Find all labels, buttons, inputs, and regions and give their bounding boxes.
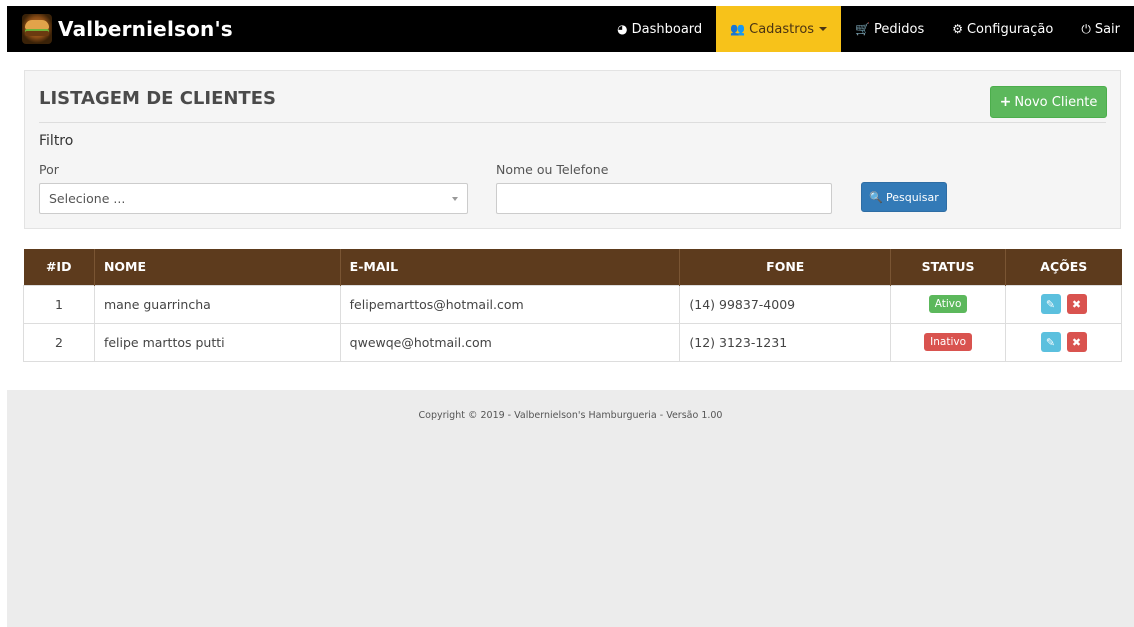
- cell-nome: mane guarrincha: [93, 284, 341, 324]
- nav-item-sair[interactable]: ⏻ Sair: [1067, 6, 1134, 52]
- cell-id: 2: [23, 322, 95, 362]
- dashboard-icon: ◕: [617, 22, 628, 36]
- filter-heading: Filtro: [39, 133, 74, 149]
- col-id[interactable]: #ID: [23, 249, 95, 285]
- power-icon: ⏻: [1081, 21, 1091, 36]
- nav-label: Sair: [1094, 21, 1120, 37]
- users-add-icon: 👥: [730, 22, 746, 36]
- delete-button[interactable]: ✖: [1066, 332, 1087, 352]
- cell-status: Inativo: [890, 322, 1007, 362]
- cell-nome: felipe marttos putti: [93, 322, 341, 362]
- table-row: 1 mane guarrincha felipemarttos@hotmail.…: [23, 284, 1122, 324]
- col-acoes: AÇÕES: [1005, 249, 1122, 285]
- search-icon: 🔍: [869, 190, 883, 204]
- cell-status: Ativo: [890, 284, 1007, 324]
- col-nome[interactable]: NOME: [94, 249, 341, 285]
- navbar: Valbernielson's ◕ Dashboard 👥 Cadastros …: [7, 6, 1134, 52]
- chevron-down-icon: [452, 197, 458, 201]
- cell-actions: ✎ ✖: [1005, 284, 1122, 324]
- col-email[interactable]: E-MAIL: [340, 249, 681, 285]
- gear-icon: ⚙: [952, 22, 963, 36]
- cell-fone: (12) 3123-1231: [679, 322, 892, 362]
- page-title: LISTAGEM DE CLIENTES: [39, 88, 276, 109]
- col-fone[interactable]: FONE: [679, 249, 892, 285]
- footer-copyright: Copyright © 2019 - Valbernielson's Hambu…: [418, 410, 723, 421]
- table-header-row: #ID NOME E-MAIL FONE STATUS AÇÕES: [23, 249, 1122, 285]
- cell-email: felipemarttos@hotmail.com: [339, 284, 681, 324]
- edit-icon: ✎: [1045, 335, 1056, 349]
- burger-logo-icon: [22, 14, 52, 44]
- nav-label: Cadastros: [749, 21, 815, 37]
- table-row: 2 felipe marttos putti qwewqe@hotmail.co…: [23, 322, 1122, 362]
- nav-item-dashboard[interactable]: ◕ Dashboard: [603, 6, 716, 52]
- filter-by-select[interactable]: Selecione ...: [39, 183, 468, 214]
- edit-button[interactable]: ✎: [1040, 332, 1061, 352]
- select-value: Selecione ...: [49, 191, 126, 206]
- nav-menu: ◕ Dashboard 👥 Cadastros 🛒 Pedidos ⚙ Conf…: [603, 6, 1134, 52]
- close-icon: ✖: [1071, 297, 1082, 311]
- filter-panel: LISTAGEM DE CLIENTES + Novo Cliente Filt…: [24, 70, 1121, 229]
- status-badge: Inativo: [924, 333, 973, 351]
- app-frame: Valbernielson's ◕ Dashboard 👥 Cadastros …: [7, 6, 1134, 627]
- nav-label: Configuração: [966, 21, 1054, 37]
- filter-by-label: Por: [39, 162, 59, 177]
- title-divider: [39, 122, 1106, 123]
- col-status[interactable]: STATUS: [890, 249, 1007, 285]
- nav-item-configuracao[interactable]: ⚙ Configuração: [938, 6, 1067, 52]
- cell-id: 1: [23, 284, 95, 324]
- search-label: Pesquisar: [885, 190, 939, 204]
- nav-label: Pedidos: [874, 21, 925, 37]
- cell-email: qwewqe@hotmail.com: [339, 322, 681, 362]
- name-phone-label: Nome ou Telefone: [496, 162, 609, 177]
- cell-fone: (14) 99837-4009: [679, 284, 892, 324]
- brand[interactable]: Valbernielson's: [22, 6, 233, 52]
- new-client-button[interactable]: + Novo Cliente: [990, 86, 1107, 118]
- nav-item-pedidos[interactable]: 🛒 Pedidos: [841, 6, 938, 52]
- brand-name: Valbernielson's: [58, 17, 233, 41]
- name-phone-input[interactable]: [496, 183, 832, 214]
- cart-icon: 🛒: [855, 22, 870, 36]
- edit-button[interactable]: ✎: [1040, 294, 1061, 314]
- nav-item-cadastros[interactable]: 👥 Cadastros: [716, 6, 842, 52]
- cell-actions: ✎ ✖: [1005, 322, 1122, 362]
- nav-label: Dashboard: [631, 21, 703, 37]
- search-button[interactable]: 🔍 Pesquisar: [861, 182, 947, 212]
- edit-icon: ✎: [1045, 297, 1056, 311]
- close-icon: ✖: [1071, 335, 1082, 349]
- new-client-label: Novo Cliente: [1014, 94, 1098, 110]
- status-badge: Ativo: [928, 295, 968, 313]
- delete-button[interactable]: ✖: [1066, 294, 1087, 314]
- caret-down-icon: [819, 27, 828, 31]
- main-content: LISTAGEM DE CLIENTES + Novo Cliente Filt…: [7, 52, 1134, 390]
- plus-icon: +: [999, 94, 1012, 110]
- clients-table: #ID NOME E-MAIL FONE STATUS AÇÕES 1 mane…: [23, 249, 1122, 362]
